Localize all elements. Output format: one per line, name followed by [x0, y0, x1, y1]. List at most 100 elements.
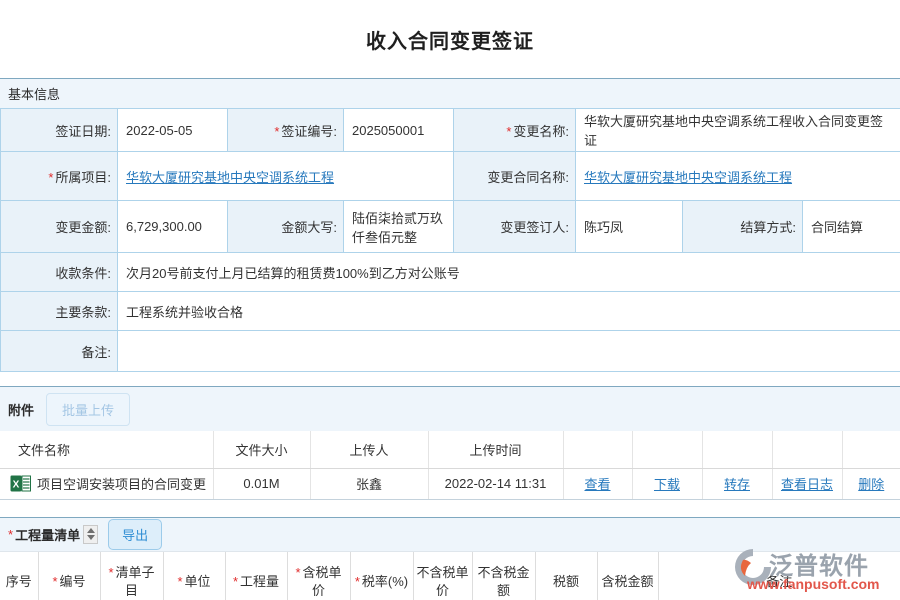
attachments-section-header: 附件 批量上传 [0, 386, 900, 431]
basic-info-section-header: 基本信息 [0, 78, 900, 108]
boq-col-tax-amount: 税额 [535, 552, 597, 600]
boq-col-amount-no-tax: 不含税金额 [472, 552, 535, 600]
change-name-label: *变更名称: [454, 109, 576, 152]
action-download-cell: 下载 [632, 468, 702, 499]
delete-link[interactable]: 删除 [858, 477, 884, 492]
boq-col-price-with-tax: *含税单价 [287, 552, 350, 600]
file-name-cell: X 项目空调安装项目的合同变更 [0, 468, 213, 499]
sign-no-value: 2025050001 [344, 109, 454, 152]
boq-col-code: *编号 [38, 552, 100, 600]
svg-text:X: X [13, 480, 20, 491]
form-row-6: 备注: [1, 331, 900, 372]
page-title: 收入合同变更签证 [366, 25, 534, 54]
main-terms-label: 主要条款: [1, 292, 118, 331]
sign-no-label: *签证编号: [228, 109, 344, 152]
col-file-size: 文件大小 [213, 431, 310, 468]
required-mark: * [52, 574, 57, 589]
transfer-link[interactable]: 转存 [724, 477, 750, 492]
required-mark: * [506, 124, 511, 139]
project-link[interactable]: 华软大厦研究基地中央空调系统工程 [126, 170, 334, 185]
required-mark: * [274, 124, 279, 139]
form-row-3: 变更金额: 6,729,300.00 金额大写: 陆佰柒拾贰万玖仟叁佰元整 变更… [1, 201, 900, 253]
boq-header-row: 序号 *编号 *清单子目 *单位 *工程量 *含税单价 *税率(%) 不含税单价… [0, 552, 900, 600]
amount-words-label: 金额大写: [228, 201, 344, 253]
col-file-name: 文件名称 [0, 431, 213, 468]
uploader-cell: 张鑫 [310, 468, 428, 499]
signer-value: 陈巧凤 [576, 201, 683, 253]
attachments-table: 文件名称 文件大小 上传人 上传时间 X [0, 431, 900, 500]
col-action-1 [563, 431, 632, 468]
required-mark: * [48, 170, 53, 185]
form-row-5: 主要条款: 工程系统并验收合格 [1, 292, 900, 331]
required-mark: * [355, 574, 360, 589]
boq-col-tax-rate: *税率(%) [350, 552, 413, 600]
remark-value [118, 331, 900, 372]
boq-col-quantity: *工程量 [225, 552, 287, 600]
attachment-row: X 项目空调安装项目的合同变更 0.01M 张鑫 2022-02-14 11:3… [0, 468, 900, 499]
file-name-text: 项目空调安装项目的合同变更 [37, 474, 206, 493]
boq-col-item: *清单子目 [100, 552, 163, 600]
col-action-5 [842, 431, 900, 468]
project-value: 华软大厦研究基地中央空调系统工程 [118, 152, 454, 201]
attachments-header-row: 文件名称 文件大小 上传人 上传时间 [0, 431, 900, 468]
boq-col-price-no-tax: 不含税单价 [413, 552, 472, 600]
required-mark: * [233, 574, 238, 589]
form-row-1: 签证日期: 2022-05-05 *签证编号: 2025050001 *变更名称… [1, 109, 900, 152]
batch-upload-button[interactable]: 批量上传 [46, 393, 130, 426]
attachments-section-label: 附件 [8, 400, 34, 419]
amount-value: 6,729,300.00 [118, 201, 228, 253]
change-name-value: 华软大厦研究基地中央空调系统工程收入合同变更签证 [576, 109, 900, 152]
boq-section-label: 工程量清单 [15, 525, 80, 544]
signer-label: 变更签订人: [454, 201, 576, 253]
col-uploader: 上传人 [310, 431, 428, 468]
amount-words-value: 陆佰柒拾贰万玖仟叁佰元整 [344, 201, 454, 253]
boq-col-remark: 备注 [658, 552, 900, 600]
upload-time-cell: 2022-02-14 11:31 [428, 468, 563, 499]
boq-section-header: * 工程量清单 导出 [0, 517, 900, 552]
action-view-cell: 查看 [563, 468, 632, 499]
sort-toggle-icon[interactable] [83, 525, 98, 544]
remark-label: 备注: [1, 331, 118, 372]
contract-name-label: 变更合同名称: [454, 152, 576, 201]
page: 收入合同变更签证 基本信息 签证日期: 2022-05-05 *签证编号: 20… [0, 0, 900, 600]
col-action-2 [632, 431, 702, 468]
boq-col-seq: 序号 [0, 552, 38, 600]
form-row-4: 收款条件: 次月20号前支付上月已结算的租赁费100%到乙方对公账号 [1, 253, 900, 292]
project-label: *所属项目: [1, 152, 118, 201]
payment-terms-label: 收款条件: [1, 253, 118, 292]
contract-name-value: 华软大厦研究基地中央空调系统工程 [576, 152, 900, 201]
required-mark: * [108, 565, 113, 580]
payment-terms-value: 次月20号前支付上月已结算的租赁费100%到乙方对公账号 [118, 253, 900, 292]
export-button[interactable]: 导出 [108, 519, 162, 550]
title-bar: 收入合同变更签证 [0, 0, 900, 78]
form-row-2: *所属项目: 华软大厦研究基地中央空调系统工程 变更合同名称: 华软大厦研究基地… [1, 152, 900, 201]
view-log-link[interactable]: 查看日志 [781, 477, 833, 492]
required-mark: * [177, 574, 182, 589]
action-delete-cell: 删除 [842, 468, 900, 499]
sort-down-icon [87, 535, 95, 540]
required-mark: * [295, 565, 300, 580]
boq-table: 序号 *编号 *清单子目 *单位 *工程量 *含税单价 *税率(%) 不含税单价… [0, 552, 900, 600]
basic-info-section-label: 基本信息 [8, 84, 60, 103]
boq-col-amount-with-tax: 含税金额 [597, 552, 658, 600]
basic-info-table: 签证日期: 2022-05-05 *签证编号: 2025050001 *变更名称… [0, 108, 900, 372]
amount-label: 变更金额: [1, 201, 118, 253]
col-action-3 [702, 431, 772, 468]
sort-up-icon [87, 528, 95, 533]
view-link[interactable]: 查看 [584, 477, 610, 492]
sign-date-label: 签证日期: [1, 109, 118, 152]
excel-file-icon: X [10, 475, 31, 492]
sign-date-value: 2022-05-05 [118, 109, 228, 152]
file-size-cell: 0.01M [213, 468, 310, 499]
settle-method-value: 合同结算 [803, 201, 900, 253]
contract-name-link[interactable]: 华软大厦研究基地中央空调系统工程 [584, 170, 792, 185]
action-viewlog-cell: 查看日志 [772, 468, 842, 499]
col-action-4 [772, 431, 842, 468]
required-mark: * [8, 527, 13, 542]
action-transfer-cell: 转存 [702, 468, 772, 499]
boq-col-unit: *单位 [163, 552, 225, 600]
main-terms-value: 工程系统并验收合格 [118, 292, 900, 331]
download-link[interactable]: 下载 [654, 477, 680, 492]
settle-method-label: 结算方式: [683, 201, 803, 253]
col-upload-time: 上传时间 [428, 431, 563, 468]
